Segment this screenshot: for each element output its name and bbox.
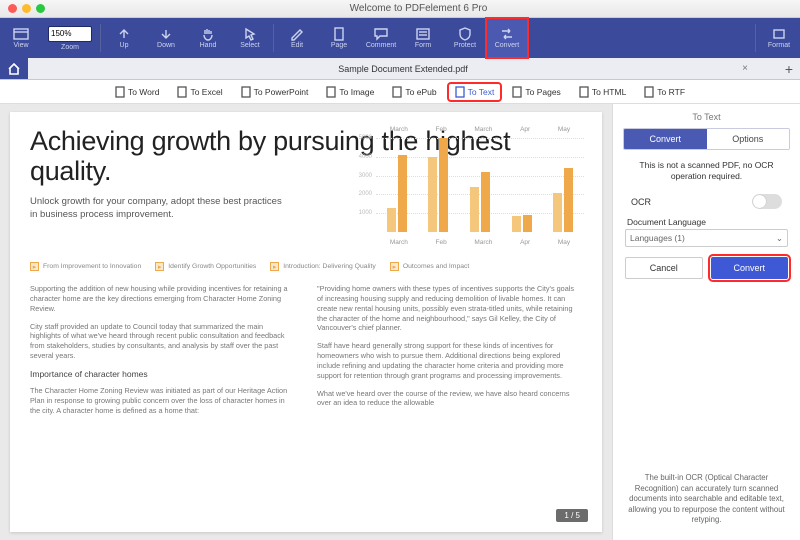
convert-button[interactable]: Convert xyxy=(486,18,528,58)
body-columns: Supporting the addition of new housing w… xyxy=(30,284,582,524)
edit-button[interactable]: Edit xyxy=(276,18,318,58)
ocr-message: This is not a scanned PDF, no OCR operat… xyxy=(613,150,800,192)
main-toolbar: View Zoom Up Down Hand Select Edit Page … xyxy=(0,18,800,58)
view-button[interactable]: View xyxy=(0,18,42,58)
up-button[interactable]: Up xyxy=(103,18,145,58)
convert-icon xyxy=(499,27,515,41)
shield-icon xyxy=(457,27,473,41)
page-indicator: 1 / 5 xyxy=(556,509,588,522)
to-image-button[interactable]: To Image xyxy=(320,84,380,100)
section-link[interactable]: ▸From Improvement to Innovation xyxy=(30,262,141,271)
section-link[interactable]: ▸Identify Growth Opportunities xyxy=(155,262,256,271)
hand-button[interactable]: Hand xyxy=(187,18,229,58)
convert-targets-bar: To Word To Excel To PowerPoint To Image … xyxy=(0,80,800,104)
to-rtf-button[interactable]: To RTF xyxy=(638,84,691,100)
form-icon xyxy=(415,27,431,41)
window-titlebar: Welcome to PDFelement 6 Pro xyxy=(0,0,800,18)
zoom-input[interactable] xyxy=(48,26,92,42)
select-button[interactable]: Select xyxy=(229,18,271,58)
comment-icon xyxy=(373,27,389,41)
chevron-down-icon: ⌄ xyxy=(776,233,783,244)
add-tab-button[interactable]: + xyxy=(778,61,800,77)
fullscreen-window-button[interactable] xyxy=(36,4,45,13)
arrow-down-icon xyxy=(158,27,174,41)
panel-tab-convert[interactable]: Convert xyxy=(624,129,707,149)
window-title: Welcome to PDFelement 6 Pro xyxy=(45,3,792,14)
to-html-button[interactable]: To HTML xyxy=(573,84,632,100)
convert-panel: To Text Convert Options This is not a sc… xyxy=(612,104,800,540)
to-pages-button[interactable]: To Pages xyxy=(506,84,566,100)
language-label: Document Language xyxy=(613,217,800,229)
format-icon xyxy=(771,27,787,41)
down-button[interactable]: Down xyxy=(145,18,187,58)
view-icon xyxy=(13,27,29,41)
edit-icon xyxy=(289,27,305,41)
zoom-control[interactable]: Zoom xyxy=(42,18,98,58)
ocr-toggle[interactable] xyxy=(752,194,782,209)
subheadline: Unlock growth for your company, adopt th… xyxy=(30,196,290,222)
to-text-button[interactable]: To Text xyxy=(449,84,501,100)
document-viewport[interactable]: Achieving growth by pursuing the highest… xyxy=(0,104,612,540)
traffic-lights xyxy=(8,4,45,13)
page-button[interactable]: Page xyxy=(318,18,360,58)
to-epub-button[interactable]: To ePub xyxy=(386,84,442,100)
minimize-window-button[interactable] xyxy=(22,4,31,13)
section-links: ▸From Improvement to Innovation ▸Identify… xyxy=(30,262,582,271)
hand-icon xyxy=(200,27,216,41)
document-tabs: Sample Document Extended.pdf × + xyxy=(0,58,800,80)
document-tab[interactable]: Sample Document Extended.pdf × xyxy=(28,64,778,74)
close-tab-icon[interactable]: × xyxy=(742,63,748,74)
panel-footer-info: The built-in OCR (Optical Character Reco… xyxy=(613,463,800,540)
page-icon xyxy=(331,27,347,41)
panel-tabs: Convert Options xyxy=(623,128,790,150)
section-link[interactable]: ▸Outcomes and Impact xyxy=(390,262,470,271)
bar-chart: MarchFebMarchAprMay MarchFebMarchAprMay … xyxy=(354,126,584,246)
panel-title: To Text xyxy=(613,104,800,128)
protect-button[interactable]: Protect xyxy=(444,18,486,58)
document-page: Achieving growth by pursuing the highest… xyxy=(10,112,602,532)
home-tab[interactable] xyxy=(0,58,28,79)
convert-action-button[interactable]: Convert xyxy=(711,257,789,279)
cancel-button[interactable]: Cancel xyxy=(625,257,703,279)
panel-tab-options[interactable]: Options xyxy=(707,129,790,149)
to-powerpoint-button[interactable]: To PowerPoint xyxy=(235,84,315,100)
to-excel-button[interactable]: To Excel xyxy=(171,84,228,100)
comment-button[interactable]: Comment xyxy=(360,18,402,58)
close-window-button[interactable] xyxy=(8,4,17,13)
to-word-button[interactable]: To Word xyxy=(109,84,166,100)
ocr-label: OCR xyxy=(631,197,651,207)
cursor-icon xyxy=(242,27,258,41)
section-link[interactable]: ▸Introduction: Delivering Quality xyxy=(270,262,376,271)
form-button[interactable]: Form xyxy=(402,18,444,58)
format-button[interactable]: Format xyxy=(758,18,800,58)
arrow-up-icon xyxy=(116,27,132,41)
language-select[interactable]: Languages (1) ⌄ xyxy=(625,229,788,247)
